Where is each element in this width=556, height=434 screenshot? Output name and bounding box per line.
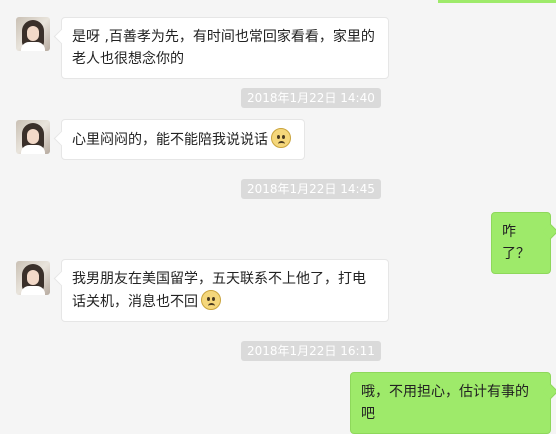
message-bubble-incoming[interactable]: 是呀 ,百善孝为先，有时间也常回家看看，家里的老人也很想念你的 bbox=[61, 17, 389, 79]
message-text: 咋了？ bbox=[502, 224, 530, 262]
sad-face-icon bbox=[201, 290, 221, 310]
contact-avatar[interactable] bbox=[16, 17, 50, 51]
message-bubble-incoming[interactable]: 心里闷闷的，能不能陪我说说话 bbox=[61, 119, 305, 160]
chat-window: 是呀 ,百善孝为先，有时间也常回家看看，家里的老人也很想念你的 2018年1月2… bbox=[0, 0, 556, 434]
outgoing-bubble-partial bbox=[438, 0, 556, 3]
message-text: 是呀 ,百善孝为先，有时间也常回家看看，家里的老人也很想念你的 bbox=[72, 29, 375, 67]
sad-face-icon bbox=[271, 128, 291, 148]
message-text: 心里闷闷的，能不能陪我说说话 bbox=[72, 132, 268, 148]
message-text: 哦，不用担心，估计有事的吧 bbox=[361, 384, 529, 422]
message-bubble-outgoing[interactable]: 咋了？ bbox=[491, 212, 551, 274]
contact-avatar[interactable] bbox=[16, 120, 50, 154]
timestamp: 2018年1月22日 14:45 bbox=[241, 179, 381, 199]
timestamp: 2018年1月22日 14:40 bbox=[241, 88, 381, 108]
timestamp: 2018年1月22日 16:11 bbox=[241, 341, 381, 361]
message-bubble-incoming[interactable]: 我男朋友在美国留学，五天联系不上他了，打电话关机，消息也不回 bbox=[61, 259, 389, 322]
contact-avatar[interactable] bbox=[16, 261, 50, 295]
message-bubble-outgoing[interactable]: 哦，不用担心，估计有事的吧 bbox=[350, 372, 551, 434]
